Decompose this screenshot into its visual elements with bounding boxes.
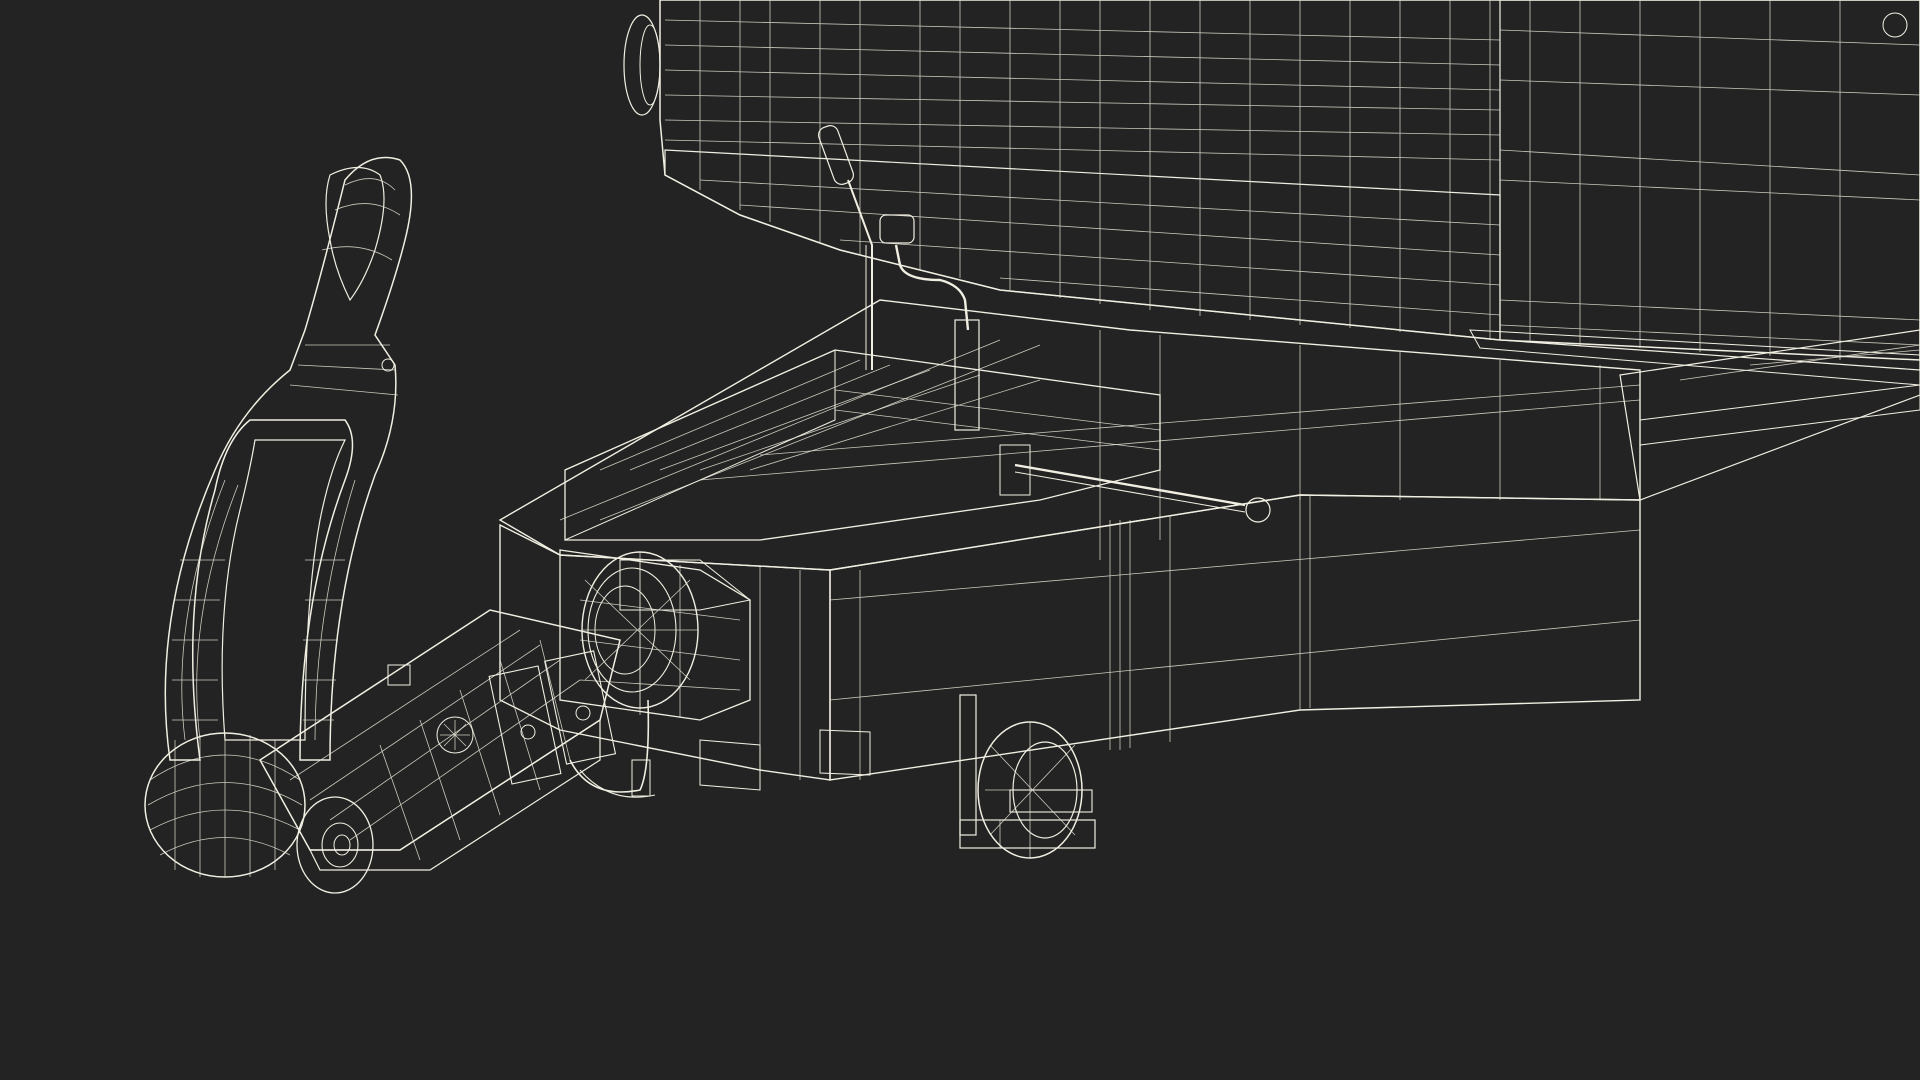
wireframe-scene [144,0,1920,894]
jockey-wheel [959,694,1096,859]
tow-handle [164,156,413,761]
render-viewport [0,0,1920,1080]
drawbar-frame [498,299,1920,791]
wiring-cable [569,699,656,798]
hitch-roller [144,732,374,894]
hitch-arm [259,609,621,871]
trailer-body [623,0,1920,386]
cable-rod [999,444,1271,523]
coupling-housing [559,549,752,721]
